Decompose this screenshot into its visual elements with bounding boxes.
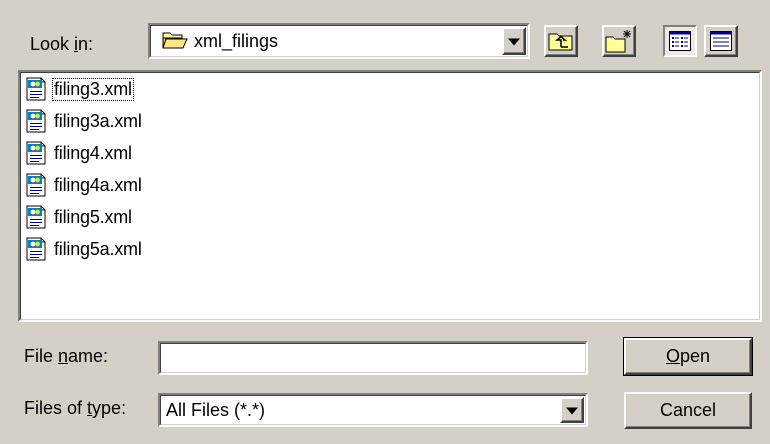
cancel-button[interactable]: Cancel xyxy=(624,392,752,429)
chevron-down-icon xyxy=(508,38,520,46)
file-name-text: filing5.xml xyxy=(54,206,132,227)
file-item[interactable]: filing3a.xml xyxy=(24,106,143,136)
xml-file-icon xyxy=(24,173,48,197)
file-name-text: filing5a.xml xyxy=(54,238,142,259)
file-list-items: filing3.xml filing3a.xml filing4.xml fil… xyxy=(20,72,760,320)
file-item[interactable]: filing4a.xml xyxy=(24,170,143,200)
look-in-combo[interactable]: xml_filings xyxy=(148,23,530,59)
file-item[interactable]: filing5a.xml xyxy=(24,234,143,264)
details-view-button[interactable] xyxy=(704,25,738,57)
file-name-text: filing4a.xml xyxy=(54,174,142,195)
new-folder-button[interactable] xyxy=(602,25,636,57)
xml-file-icon xyxy=(24,205,48,229)
list-view-button[interactable] xyxy=(663,25,697,57)
file-type-combo[interactable]: All Files (*.*) xyxy=(158,393,588,427)
file-type-label: Files of type: xyxy=(24,398,127,418)
look-in-value: xml_filings xyxy=(194,31,279,51)
list-view-icon xyxy=(669,31,691,51)
cancel-button-label: Cancel xyxy=(659,400,717,420)
file-name-label: File name: xyxy=(24,346,109,366)
folder-open-icon xyxy=(162,32,188,49)
file-list[interactable]: filing3.xml filing3a.xml filing4.xml fil… xyxy=(18,70,762,322)
open-button-label: Open xyxy=(665,346,711,366)
xml-file-icon xyxy=(24,237,48,261)
file-type-dropdown-button[interactable] xyxy=(560,397,584,423)
look-in-label: Look in: xyxy=(30,34,94,54)
file-type-value: All Files (*.*) xyxy=(166,400,266,420)
up-one-level-icon xyxy=(548,33,573,51)
look-in-dropdown-button[interactable] xyxy=(502,27,526,55)
up-one-level-button[interactable] xyxy=(544,25,578,57)
file-item[interactable]: filing4.xml xyxy=(24,138,133,168)
file-name-text: filing4.xml xyxy=(54,142,132,163)
xml-file-icon xyxy=(24,77,48,101)
chevron-down-icon xyxy=(566,407,578,415)
new-folder-icon xyxy=(605,30,631,53)
file-name-field[interactable] xyxy=(158,341,588,375)
open-button[interactable]: Open xyxy=(623,337,753,376)
file-name-text: filing3.xml xyxy=(52,77,134,101)
details-view-icon xyxy=(710,31,732,51)
file-item[interactable]: filing3.xml xyxy=(24,74,134,104)
file-item[interactable]: filing5.xml xyxy=(24,202,133,232)
file-name-text: filing3a.xml xyxy=(54,110,142,131)
xml-file-icon xyxy=(24,141,48,165)
xml-file-icon xyxy=(24,109,48,133)
